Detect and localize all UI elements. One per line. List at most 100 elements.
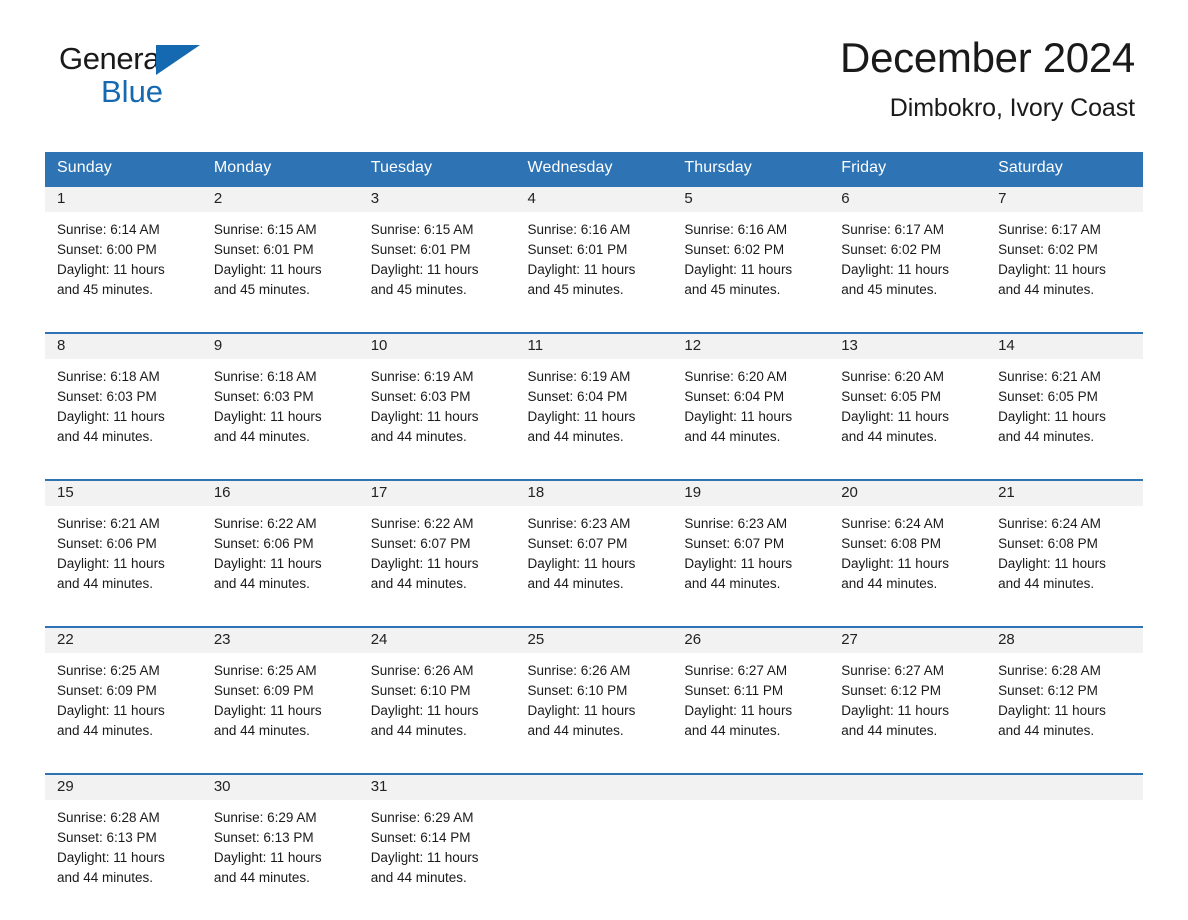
calendar-cell: 22 Sunrise: 6:25 AM Sunset: 6:09 PM Dayligh… xyxy=(45,626,202,761)
daylight-text-line1: Daylight: 11 hours xyxy=(841,262,950,277)
day-number: 4 xyxy=(515,187,673,212)
calendar-day-cell[interactable]: 31 Sunrise: 6:29 AM Sunset: 6:14 PM Dayligh… xyxy=(358,773,516,908)
daylight-text-line1: Daylight: 11 hours xyxy=(527,556,636,571)
daylight-text-line1: Daylight: 11 hours xyxy=(684,556,793,571)
calendar-day-cell[interactable]: 29 Sunrise: 6:28 AM Sunset: 6:13 PM Dayligh… xyxy=(45,773,202,908)
calendar-cell: 21 Sunrise: 6:24 AM Sunset: 6:08 PM Dayligh… xyxy=(986,479,1143,614)
weekday-header-row: Sunday Monday Tuesday Wednesday Thursday… xyxy=(45,152,1143,185)
calendar-cell: 27 Sunrise: 6:27 AM Sunset: 6:12 PM Dayligh… xyxy=(829,626,987,761)
day-number: 3 xyxy=(358,187,516,212)
daylight-text-line2: and 44 minutes. xyxy=(57,429,154,444)
daylight-text-line1: Daylight: 11 hours xyxy=(57,262,165,277)
day-detail: Sunrise: 6:15 AM Sunset: 6:01 PM Daylight:… xyxy=(202,212,359,300)
daylight-text-line1: Daylight: 11 hours xyxy=(370,409,479,424)
calendar-day-cell[interactable]: 17 Sunrise: 6:22 AM Sunset: 6:07 PM Dayligh… xyxy=(358,479,516,614)
logo-word-blue: Blue xyxy=(101,74,164,109)
generalblue-logo[interactable]: General Blue xyxy=(59,43,219,107)
day-detail: Sunrise: 6:16 AM Sunset: 6:02 PM Daylight:… xyxy=(672,212,829,300)
daylight-text-line2: and 44 minutes. xyxy=(213,429,310,444)
sunrise-text: Sunrise: 6:27 AM xyxy=(841,663,945,678)
calendar-day-cell[interactable]: 30 Sunrise: 6:29 AM Sunset: 6:13 PM Dayligh… xyxy=(201,773,359,908)
daylight-text-line2: and 44 minutes. xyxy=(841,576,938,591)
calendar-day-cell[interactable]: 25 Sunrise: 6:26 AM Sunset: 6:10 PM Dayligh… xyxy=(515,626,673,761)
calendar-day-cell[interactable]: 16 Sunrise: 6:22 AM Sunset: 6:06 PM Dayligh… xyxy=(201,479,359,614)
sunset-text: Sunset: 6:08 PM xyxy=(841,536,942,551)
sunset-text: Sunset: 6:02 PM xyxy=(841,242,942,257)
week-spacer-cell xyxy=(45,614,1143,626)
sunset-text: Sunset: 6:07 PM xyxy=(527,536,628,551)
calendar-day-cell[interactable]: 11 Sunrise: 6:19 AM Sunset: 6:04 PM Dayligh… xyxy=(515,332,673,467)
calendar-day-cell[interactable]: 28 Sunrise: 6:28 AM Sunset: 6:12 PM Dayligh… xyxy=(986,626,1143,761)
sunset-text: Sunset: 6:07 PM xyxy=(684,536,785,551)
calendar-cell xyxy=(986,773,1143,908)
day-number: 28 xyxy=(986,628,1143,653)
daylight-text-line1: Daylight: 11 hours xyxy=(684,703,793,718)
sunrise-text: Sunrise: 6:26 AM xyxy=(370,663,474,678)
calendar-day-cell[interactable]: 26 Sunrise: 6:27 AM Sunset: 6:11 PM Dayligh… xyxy=(672,626,830,761)
sunrise-text: Sunrise: 6:27 AM xyxy=(684,663,788,678)
calendar-day-cell[interactable]: 27 Sunrise: 6:27 AM Sunset: 6:12 PM Dayligh… xyxy=(829,626,987,761)
day-detail: Sunrise: 6:27 AM Sunset: 6:12 PM Daylight:… xyxy=(829,653,986,741)
calendar-day-cell[interactable]: 13 Sunrise: 6:20 AM Sunset: 6:05 PM Dayligh… xyxy=(829,332,987,467)
calendar-day-cell[interactable]: 12 Sunrise: 6:20 AM Sunset: 6:04 PM Dayligh… xyxy=(672,332,830,467)
daylight-text-line2: and 44 minutes. xyxy=(213,723,310,738)
calendar-day-cell[interactable]: 5 Sunrise: 6:16 AM Sunset: 6:02 PM Daylight… xyxy=(672,185,830,320)
calendar-day-cell[interactable]: 21 Sunrise: 6:24 AM Sunset: 6:08 PM Dayligh… xyxy=(986,479,1143,614)
sunrise-text: Sunrise: 6:20 AM xyxy=(841,369,945,384)
day-number: 25 xyxy=(515,628,673,653)
calendar-day-cell[interactable]: 24 Sunrise: 6:26 AM Sunset: 6:10 PM Dayligh… xyxy=(358,626,516,761)
sunrise-text: Sunrise: 6:16 AM xyxy=(684,222,788,237)
calendar-day-cell[interactable]: 18 Sunrise: 6:23 AM Sunset: 6:07 PM Dayligh… xyxy=(515,479,673,614)
calendar-day-cell[interactable]: 14 Sunrise: 6:21 AM Sunset: 6:05 PM Dayligh… xyxy=(986,332,1143,467)
calendar-day-cell[interactable]: 1 Sunrise: 6:14 AM Sunset: 6:00 PM Daylight… xyxy=(45,185,202,320)
calendar-cell: 16 Sunrise: 6:22 AM Sunset: 6:06 PM Dayligh… xyxy=(201,479,359,614)
sunset-text: Sunset: 6:05 PM xyxy=(998,389,1098,404)
calendar-day-cell[interactable]: 4 Sunrise: 6:16 AM Sunset: 6:01 PM Daylight… xyxy=(515,185,673,320)
calendar-week-row: 29 Sunrise: 6:28 AM Sunset: 6:13 PM Dayligh… xyxy=(45,773,1143,908)
calendar-cell xyxy=(829,773,987,908)
sunset-text: Sunset: 6:04 PM xyxy=(684,389,785,404)
calendar-cell: 9 Sunrise: 6:18 AM Sunset: 6:03 PM Daylight… xyxy=(201,332,359,467)
week-spacer xyxy=(45,320,1143,332)
calendar-day-cell[interactable]: 23 Sunrise: 6:25 AM Sunset: 6:09 PM Dayligh… xyxy=(201,626,359,761)
day-number: 24 xyxy=(358,628,516,653)
calendar-day-cell[interactable]: 15 Sunrise: 6:21 AM Sunset: 6:06 PM Dayligh… xyxy=(45,479,202,614)
calendar-day-cell[interactable]: 6 Sunrise: 6:17 AM Sunset: 6:02 PM Daylight… xyxy=(829,185,987,320)
calendar-day-cell[interactable]: 10 Sunrise: 6:19 AM Sunset: 6:03 PM Dayligh… xyxy=(358,332,516,467)
daylight-text-line2: and 45 minutes. xyxy=(213,282,310,297)
calendar-day-cell[interactable]: 3 Sunrise: 6:15 AM Sunset: 6:01 PM Daylight… xyxy=(358,185,516,320)
calendar-day-cell[interactable]: 7 Sunrise: 6:17 AM Sunset: 6:02 PM Daylight… xyxy=(986,185,1143,320)
calendar-week-row: 8 Sunrise: 6:18 AM Sunset: 6:03 PM Daylight… xyxy=(45,332,1143,467)
day-detail: Sunrise: 6:18 AM Sunset: 6:03 PM Daylight:… xyxy=(45,359,202,447)
calendar-cell: 6 Sunrise: 6:17 AM Sunset: 6:02 PM Daylight… xyxy=(829,185,987,320)
day-number: 22 xyxy=(45,628,202,653)
daylight-text-line2: and 45 minutes. xyxy=(527,282,624,297)
calendar-cell: 2 Sunrise: 6:15 AM Sunset: 6:01 PM Daylight… xyxy=(201,185,359,320)
calendar-cell: 7 Sunrise: 6:17 AM Sunset: 6:02 PM Daylight… xyxy=(986,185,1143,320)
day-detail: Sunrise: 6:21 AM Sunset: 6:06 PM Daylight:… xyxy=(45,506,202,594)
calendar-day-cell[interactable]: 8 Sunrise: 6:18 AM Sunset: 6:03 PM Daylight… xyxy=(45,332,202,467)
calendar-day-cell[interactable]: 20 Sunrise: 6:24 AM Sunset: 6:08 PM Dayligh… xyxy=(829,479,987,614)
daylight-text-line1: Daylight: 11 hours xyxy=(841,556,950,571)
daylight-text-line1: Daylight: 11 hours xyxy=(57,409,165,424)
day-detail: Sunrise: 6:22 AM Sunset: 6:06 PM Daylight:… xyxy=(202,506,359,594)
calendar-cell: 17 Sunrise: 6:22 AM Sunset: 6:07 PM Dayligh… xyxy=(358,479,516,614)
calendar-day-cell[interactable]: 22 Sunrise: 6:25 AM Sunset: 6:09 PM Dayligh… xyxy=(45,626,202,761)
day-number: 10 xyxy=(358,334,516,359)
daylight-text-line1: Daylight: 11 hours xyxy=(370,556,479,571)
calendar-cell: 25 Sunrise: 6:26 AM Sunset: 6:10 PM Dayligh… xyxy=(515,626,673,761)
day-number: 27 xyxy=(829,628,987,653)
day-detail: Sunrise: 6:18 AM Sunset: 6:03 PM Daylight:… xyxy=(202,359,359,447)
calendar-day-cell[interactable]: 2 Sunrise: 6:15 AM Sunset: 6:01 PM Daylight… xyxy=(201,185,359,320)
calendar-week-row: 1 Sunrise: 6:14 AM Sunset: 6:00 PM Daylight… xyxy=(45,185,1143,320)
daylight-text-line1: Daylight: 11 hours xyxy=(213,262,322,277)
calendar-day-cell[interactable]: 9 Sunrise: 6:18 AM Sunset: 6:03 PM Daylight… xyxy=(201,332,359,467)
day-detail: Sunrise: 6:14 AM Sunset: 6:00 PM Daylight:… xyxy=(45,212,202,300)
calendar-day-cell[interactable]: 19 Sunrise: 6:23 AM Sunset: 6:07 PM Dayligh… xyxy=(672,479,830,614)
sunrise-text: Sunrise: 6:21 AM xyxy=(998,369,1101,384)
masthead: General Blue December 2024 Dimbokro, Ivo… xyxy=(45,0,1143,122)
sunrise-text: Sunrise: 6:28 AM xyxy=(998,663,1101,678)
daylight-text-line2: and 45 minutes. xyxy=(370,282,467,297)
sunrise-text: Sunrise: 6:20 AM xyxy=(684,369,788,384)
sunrise-text: Sunrise: 6:17 AM xyxy=(841,222,945,237)
